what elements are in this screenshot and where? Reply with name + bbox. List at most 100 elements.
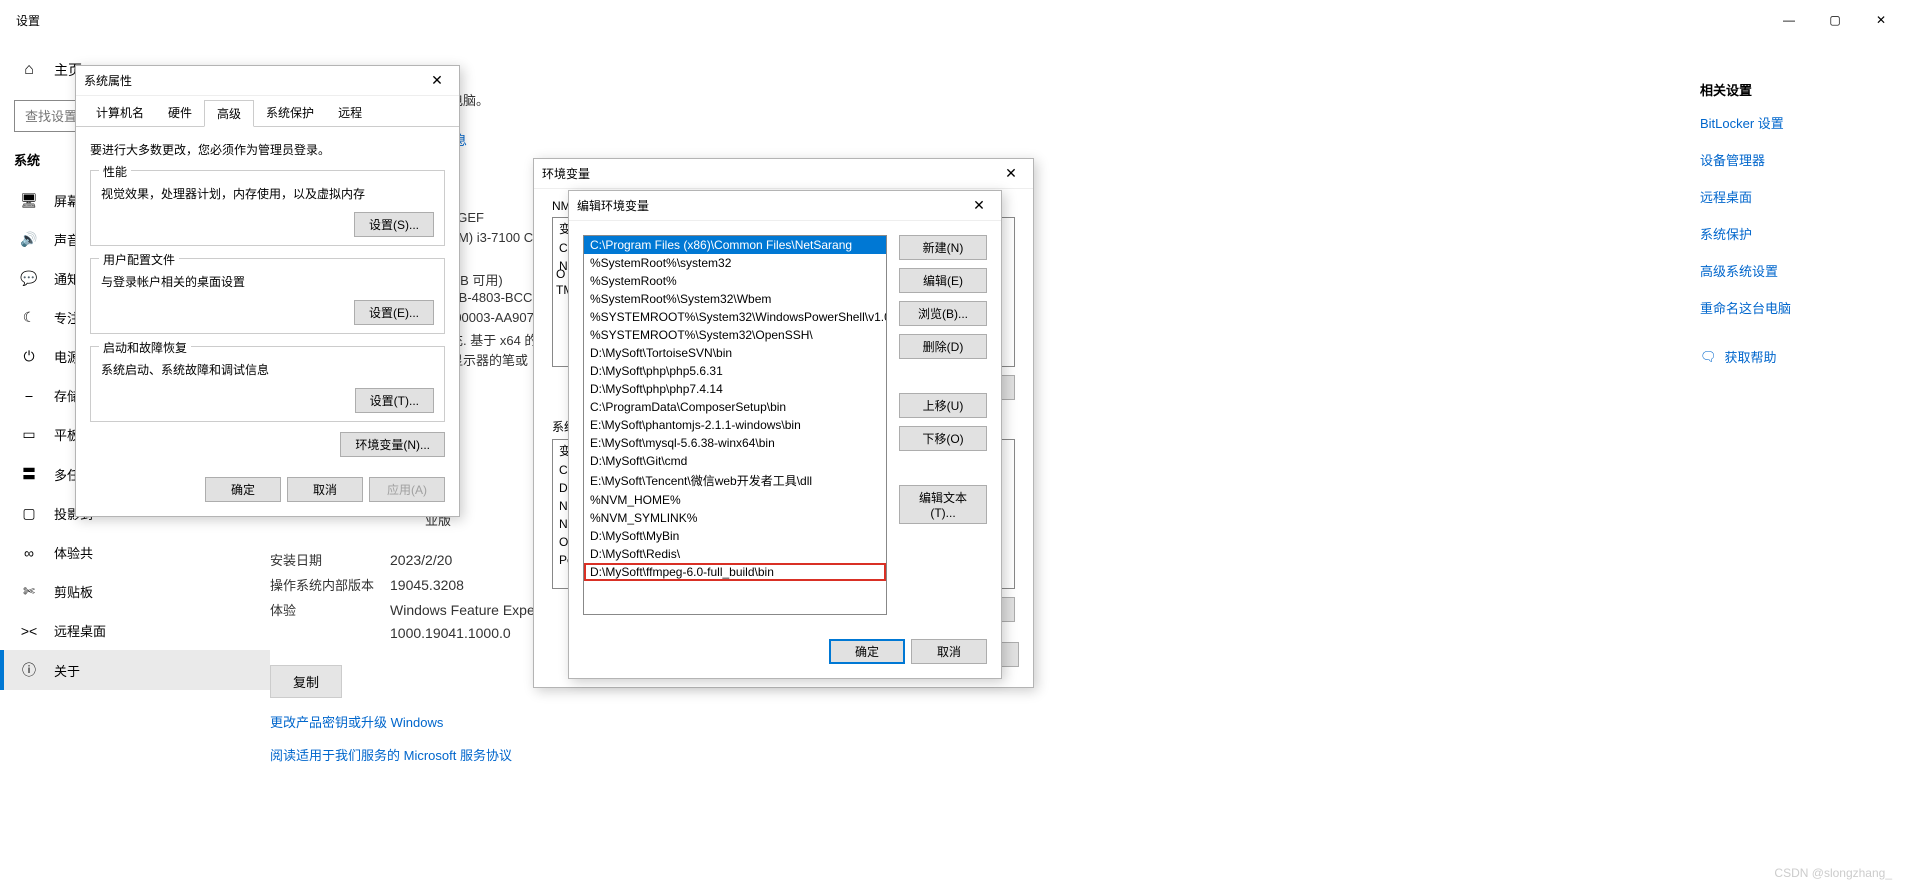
watermark: CSDN @slongzhang_ — [1774, 866, 1892, 880]
ep-del-button[interactable]: 删除(D) — [899, 334, 987, 359]
copy-button[interactable]: 复制 — [270, 665, 342, 698]
ep-edit-button[interactable]: 编辑(E) — [899, 268, 987, 293]
related-link-3[interactable]: 系统保护 — [1700, 224, 1880, 243]
tab-1[interactable]: 硬件 — [156, 100, 204, 126]
path-row[interactable]: D:\MySoft\MyBin — [584, 527, 886, 545]
editpath-titlebar: 编辑环境变量 ✕ — [569, 191, 1001, 221]
related-link-1[interactable]: 设备管理器 — [1700, 150, 1880, 169]
startup-desc: 系统启动、系统故障和调试信息 — [101, 361, 434, 378]
ep-browse-button[interactable]: 浏览(B)... — [899, 301, 987, 326]
env-vars-button[interactable]: 环境变量(N)... — [340, 432, 445, 457]
path-row[interactable]: C:\ProgramData\ComposerSetup\bin — [584, 398, 886, 416]
sysprops-close-icon[interactable]: ✕ — [423, 72, 451, 89]
ep-down-button[interactable]: 下移(O) — [899, 426, 987, 451]
nav-icon: ∞ — [20, 545, 38, 561]
nav-icon: >< — [20, 623, 38, 639]
perf-legend: 性能 — [99, 163, 131, 180]
path-row[interactable]: D:\MySoft\TortoiseSVN\bin — [584, 344, 886, 362]
editpath-title: 编辑环境变量 — [577, 197, 649, 214]
related-link-5[interactable]: 重命名这台电脑 — [1700, 298, 1880, 317]
sp-ok-button[interactable]: 确定 — [205, 477, 281, 502]
path-row[interactable]: %NVM_HOME% — [584, 491, 886, 509]
sidebar-item-12[interactable]: ⓘ关于 — [0, 650, 270, 690]
sidebar-item-9[interactable]: ∞体验共 — [0, 533, 270, 572]
sidebar-item-11[interactable]: >< 远程桌面 — [0, 611, 270, 650]
env-title: 环境变量 — [542, 165, 590, 182]
sysprops-note: 要进行大多数更改，您必须作为管理员登录。 — [90, 141, 445, 158]
nav-label: 关于 — [54, 661, 80, 680]
ep-edittext-button[interactable]: 编辑文本(T)... — [899, 485, 987, 524]
df7: 显示器的笔或 — [450, 350, 528, 369]
edit-path-dialog: 编辑环境变量 ✕ C:\Program Files (x86)\Common F… — [568, 190, 1002, 679]
editpath-close-icon[interactable]: ✕ — [965, 197, 993, 214]
path-row[interactable]: D:\MySoft\ffmpeg-6.0-full_build\bin — [584, 563, 886, 581]
nav-icon: 💬 — [20, 270, 38, 287]
nav-icon: 〓 — [20, 464, 38, 484]
profile-section: 用户配置文件 与登录帐户相关的桌面设置 设置(E)... — [90, 258, 445, 334]
related-heading: 相关设置 — [1700, 80, 1880, 99]
ep-ok-button[interactable]: 确定 — [829, 639, 905, 664]
startup-settings-button[interactable]: 设置(T)... — [355, 388, 434, 413]
build-label: 操作系统内部版本 — [270, 575, 390, 594]
get-help-link[interactable]: 🗨 获取帮助 — [1700, 347, 1880, 366]
close-icon[interactable]: ✕ — [1858, 13, 1904, 27]
env-close-icon[interactable]: ✕ — [997, 165, 1025, 182]
sysprops-titlebar: 系统属性 ✕ — [76, 66, 459, 96]
build-val: 19045.3208 — [390, 577, 464, 593]
sidebar-item-10[interactable]: ✄剪贴板 — [0, 572, 270, 611]
path-row[interactable]: E:\MySoft\mysql-5.6.38-winx64\bin — [584, 434, 886, 452]
minimize-icon[interactable]: — — [1766, 13, 1812, 27]
settings-titlebar: 设置 — ▢ ✕ — [0, 0, 1920, 40]
exp-label: 体验 — [270, 600, 390, 619]
startup-section: 启动和故障恢复 系统启动、系统故障和调试信息 设置(T)... — [90, 346, 445, 422]
perf-settings-button[interactable]: 设置(S)... — [354, 212, 434, 237]
path-row[interactable]: %SYSTEMROOT%\System32\WindowsPowerShell\… — [584, 308, 886, 326]
df4: AB-4803-BCCC — [450, 290, 542, 305]
ep-up-button[interactable]: 上移(U) — [899, 393, 987, 418]
df6: 充. 基于 x64 的 — [450, 330, 537, 349]
path-row[interactable]: %SystemRoot% — [584, 272, 886, 290]
related-link-4[interactable]: 高级系统设置 — [1700, 261, 1880, 280]
nav-icon: ⎯ — [20, 387, 38, 404]
related-settings: 相关设置 BitLocker 设置设备管理器远程桌面系统保护高级系统设置重命名这… — [1700, 80, 1880, 366]
sysprops-title: 系统属性 — [84, 72, 132, 89]
link-ms-terms[interactable]: 阅读适用于我们服务的 Microsoft 服务协议 — [270, 745, 565, 764]
sysprops-tabs: 计算机名硬件高级系统保护远程 — [76, 96, 459, 127]
install-val: 2023/2/20 — [390, 552, 452, 568]
link-productkey[interactable]: 更改产品密钥或升级 Windows — [270, 712, 565, 731]
df5: -00003-AA907 — [450, 310, 534, 325]
path-list[interactable]: C:\Program Files (x86)\Common Files\NetS… — [583, 235, 887, 615]
startup-legend: 启动和故障恢复 — [99, 339, 191, 356]
path-row[interactable]: %SYSTEMROOT%\System32\OpenSSH\ — [584, 326, 886, 344]
maximize-icon[interactable]: ▢ — [1812, 13, 1858, 27]
path-row[interactable]: %SystemRoot%\system32 — [584, 254, 886, 272]
sp-cancel-button[interactable]: 取消 — [287, 477, 363, 502]
path-row[interactable]: D:\MySoft\Git\cmd — [584, 452, 886, 470]
profile-settings-button[interactable]: 设置(E)... — [354, 300, 434, 325]
nav-icon: ☾ — [20, 309, 38, 326]
nav-label: 远程桌面 — [54, 621, 106, 640]
related-link-2[interactable]: 远程桌面 — [1700, 187, 1880, 206]
sp-apply-button[interactable]: 应用(A) — [369, 477, 445, 502]
path-row[interactable]: C:\Program Files (x86)\Common Files\NetS… — [584, 236, 886, 254]
path-row[interactable]: E:\MySoft\Tencent\微信web开发者工具\dll — [584, 470, 886, 491]
nav-icon: 🔊 — [20, 231, 38, 248]
help-label: 获取帮助 — [1725, 347, 1777, 366]
path-row[interactable]: E:\MySoft\phantomjs-2.1.1-windows\bin — [584, 416, 886, 434]
tab-3[interactable]: 系统保护 — [254, 100, 326, 126]
home-icon: ⌂ — [20, 61, 38, 79]
ep-new-button[interactable]: 新建(N) — [899, 235, 987, 260]
tab-2[interactable]: 高级 — [204, 100, 254, 127]
ep-cancel-button[interactable]: 取消 — [911, 639, 987, 664]
tab-4[interactable]: 远程 — [326, 100, 374, 126]
path-row[interactable]: %NVM_SYMLINK% — [584, 509, 886, 527]
perf-section: 性能 视觉效果，处理器计划，内存使用，以及虚拟内存 设置(S)... — [90, 170, 445, 246]
related-link-0[interactable]: BitLocker 设置 — [1700, 113, 1880, 132]
path-row[interactable]: D:\MySoft\php\php5.6.31 — [584, 362, 886, 380]
tab-0[interactable]: 计算机名 — [84, 100, 156, 126]
install-label: 安装日期 — [270, 550, 390, 569]
path-row[interactable]: %SystemRoot%\System32\Wbem — [584, 290, 886, 308]
page-title: 关于 — [310, 60, 1880, 100]
path-row[interactable]: D:\MySoft\Redis\ — [584, 545, 886, 563]
path-row[interactable]: D:\MySoft\php\php7.4.14 — [584, 380, 886, 398]
